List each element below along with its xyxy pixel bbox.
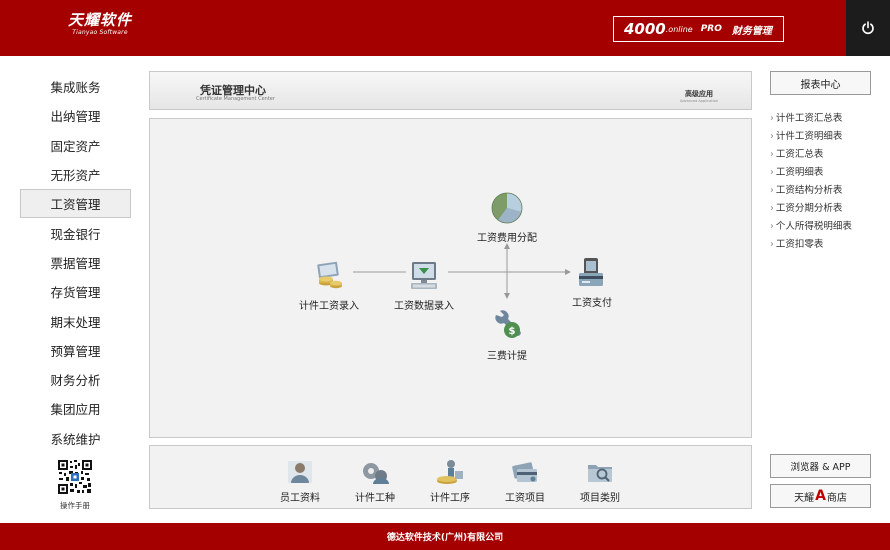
node-piece-wage-entry-label: 计件工资录入: [299, 301, 359, 312]
report-link[interactable]: › 计件工资明细表: [770, 128, 852, 146]
product-number: 4000: [624, 20, 666, 38]
top-header: 天耀软件 Tianyao Software 4000 .online PRO 财…: [0, 0, 890, 56]
chevron-right-icon: ›: [770, 131, 774, 142]
report-link[interactable]: › 工资汇总表: [770, 146, 852, 164]
advanced-button[interactable]: 高级应用 Advanced Application: [680, 89, 718, 103]
gear-worker-icon: [360, 458, 390, 486]
report-center-button[interactable]: 报表中心: [770, 71, 871, 95]
nav-item-bills[interactable]: 票据管理: [20, 248, 131, 277]
chevron-right-icon: ›: [770, 239, 774, 250]
node-wage-cost-allocation-label: 工资费用分配: [477, 233, 537, 244]
chevron-right-icon: ›: [770, 167, 774, 178]
nav-item-system[interactable]: 系统维护: [20, 424, 131, 453]
report-link[interactable]: › 工资扣零表: [770, 236, 852, 254]
pie-chart-icon: [490, 191, 524, 225]
chevron-right-icon: ›: [770, 149, 774, 160]
page-subtitle: Certificate Management Center: [196, 96, 275, 102]
chevron-right-icon: ›: [770, 203, 774, 214]
payment-terminal-icon: [575, 256, 609, 290]
store-a-icon: A: [815, 488, 826, 504]
app-store-button[interactable]: 天耀 A 商店: [770, 484, 871, 508]
item-piece-job-type-label: 计件工种: [355, 493, 395, 504]
browser-app-button[interactable]: 浏览器 & APP: [770, 454, 871, 478]
store-label-pre: 天耀: [794, 492, 815, 504]
footer: 德达软件技术(广州)有限公司: [0, 523, 890, 550]
node-wage-cost-allocation[interactable]: 工资费用分配: [465, 191, 549, 244]
nav-item-group[interactable]: 集团应用: [20, 394, 131, 423]
wrench-coin-icon: $: [490, 309, 524, 343]
nav-item-cash-bank[interactable]: 现金银行: [20, 218, 131, 247]
advanced-sublabel: Advanced Application: [680, 99, 718, 103]
employee-icon: [285, 458, 315, 486]
report-link[interactable]: › 个人所得税明细表: [770, 218, 852, 236]
logo-main-text: 天耀软件: [67, 11, 132, 29]
item-piece-process-label: 计件工序: [430, 493, 470, 504]
item-wage-items-label: 工资项目: [505, 493, 545, 504]
item-piece-job-type[interactable]: 计件工种: [350, 458, 400, 504]
report-link-label: 个人所得税明细表: [775, 221, 852, 232]
manual-label: 操作手册: [60, 501, 90, 510]
item-wage-items[interactable]: 工资项目: [500, 458, 550, 504]
report-link[interactable]: › 工资结构分析表: [770, 182, 852, 200]
power-button[interactable]: [846, 0, 890, 56]
node-three-fees-accrual[interactable]: $ 三费计提: [472, 309, 542, 362]
left-nav: 集成账务 出纳管理 固定资产 无形资产 工资管理 现金银行 票据管理 存货管理 …: [20, 72, 131, 453]
basic-data-panel: 员工资料 计件工种 计件工序 工资项目 项目类别: [149, 445, 752, 509]
nav-item-cashier[interactable]: 出纳管理: [20, 101, 131, 130]
nav-item-intangible-assets[interactable]: 无形资产: [20, 160, 131, 189]
report-link[interactable]: › 计件工资汇总表: [770, 110, 852, 128]
logo-sub-text: Tianyao Software: [72, 29, 128, 36]
report-link-label: 工资结构分析表: [775, 185, 843, 196]
chevron-right-icon: ›: [770, 185, 774, 196]
svg-text:$: $: [509, 326, 516, 337]
piece-wage-icon: [312, 259, 346, 293]
node-wage-data-entry-label: 工资数据录入: [394, 301, 454, 312]
nav-item-fixed-assets[interactable]: 固定资产: [20, 131, 131, 160]
item-employee-info-label: 员工资料: [280, 493, 320, 504]
company-logo: 天耀软件 Tianyao Software: [60, 11, 140, 37]
report-link-label: 工资明细表: [775, 167, 824, 178]
nav-item-period-end[interactable]: 期末处理: [20, 306, 131, 335]
node-wage-data-entry[interactable]: 工资数据录入: [384, 259, 464, 312]
folder-search-icon: [585, 458, 615, 486]
title-bar: 凭证管理中心 Certificate Management Center 高级应…: [149, 71, 752, 110]
report-link-label: 工资分期分析表: [775, 203, 843, 214]
node-wage-payment-label: 工资支付: [572, 298, 612, 309]
report-link-label: 计件工资明细表: [775, 131, 843, 142]
product-pro: PRO: [700, 24, 722, 34]
item-employee-info[interactable]: 员工资料: [275, 458, 325, 504]
report-link[interactable]: › 工资明细表: [770, 164, 852, 182]
report-link[interactable]: › 工资分期分析表: [770, 200, 852, 218]
report-link-label: 计件工资汇总表: [775, 113, 843, 124]
advanced-label: 高级应用: [684, 90, 713, 98]
node-three-fees-label: 三费计提: [487, 351, 527, 362]
nav-item-payroll[interactable]: 工资管理: [20, 189, 131, 219]
product-name: 财务管理: [731, 25, 772, 37]
cards-icon: [510, 458, 540, 486]
nav-item-financial-analysis[interactable]: 财务分析: [20, 365, 131, 394]
product-badge: 4000 .online PRO 财务管理: [613, 16, 784, 42]
power-icon: [862, 21, 874, 35]
report-link-label: 工资扣零表: [775, 239, 824, 250]
node-wage-payment[interactable]: 工资支付: [552, 256, 632, 309]
data-entry-icon: [407, 259, 441, 293]
store-label-post: 商店: [826, 492, 847, 504]
product-online: .online: [665, 24, 693, 34]
nav-item-inventory[interactable]: 存货管理: [20, 277, 131, 306]
nav-item-integrated-accounting[interactable]: 集成账务: [20, 72, 131, 101]
report-link-label: 工资汇总表: [775, 149, 824, 160]
footer-company: 德达软件技术(广州)有限公司: [386, 533, 504, 543]
node-piece-wage-entry[interactable]: 计件工资录入: [289, 259, 369, 312]
item-piece-process[interactable]: 计件工序: [425, 458, 475, 504]
report-list: › 计件工资汇总表 › 计件工资明细表 › 工资汇总表 › 工资明细表 › 工资结构分析表…: [770, 110, 852, 254]
process-icon: [435, 458, 465, 486]
nav-item-budget[interactable]: 预算管理: [20, 336, 131, 365]
item-item-category-label: 项目类别: [580, 493, 620, 504]
item-item-category[interactable]: 项目类别: [575, 458, 625, 504]
chevron-right-icon: ›: [770, 221, 774, 232]
qr-code-icon[interactable]: [57, 459, 93, 495]
chevron-right-icon: ›: [770, 113, 774, 124]
workflow-panel: 计件工资录入 工资数据录入 工资费用分配 $ 三费计提 工资支付: [149, 118, 752, 438]
